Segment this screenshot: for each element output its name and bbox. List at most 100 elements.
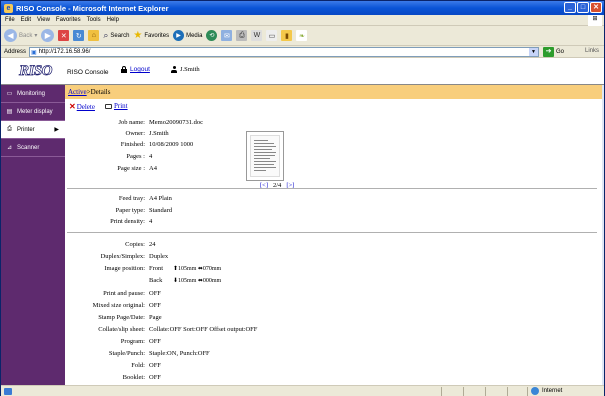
edit-icon[interactable]: W bbox=[251, 30, 263, 41]
page-size-value: A4 bbox=[149, 165, 157, 172]
sidebar-item-meter-display[interactable]: ▤ Meter display bbox=[1, 103, 65, 121]
owner-label: Owner: bbox=[125, 130, 146, 137]
user-icon bbox=[171, 66, 177, 73]
history-icon[interactable]: ⟲ bbox=[206, 30, 218, 41]
page-preview-thumbnail bbox=[246, 131, 284, 181]
search-button[interactable]: ⌕ Search bbox=[103, 30, 129, 41]
preview-pager: [<] 2/4 [>] bbox=[260, 182, 294, 189]
prev-page-button[interactable]: [<] bbox=[260, 182, 268, 189]
next-page-button[interactable]: [>] bbox=[286, 182, 294, 189]
mail-icon[interactable]: ✉ bbox=[221, 30, 233, 41]
links-button[interactable]: Links bbox=[585, 48, 599, 54]
breadcrumb-active-link[interactable]: Active bbox=[68, 88, 87, 96]
monitor-icon: ▭ bbox=[6, 91, 13, 97]
page-header: RISO RISO Console Logout J.Smith bbox=[1, 58, 604, 85]
address-dropdown-icon[interactable]: ▼ bbox=[529, 48, 538, 56]
vertical-scrollbar[interactable] bbox=[602, 85, 604, 385]
status-bar: Internet bbox=[1, 385, 604, 396]
stamp-value: Page bbox=[149, 314, 162, 321]
search-icon: ⌕ bbox=[103, 30, 109, 40]
staple-label: Staple/Punch: bbox=[108, 350, 145, 357]
go-arrow-icon: ➔ bbox=[543, 47, 554, 57]
job-name-label: Job name: bbox=[118, 119, 145, 126]
booklet-label: Booklet: bbox=[122, 374, 145, 381]
delete-link[interactable]: Delete bbox=[77, 103, 95, 111]
messenger-icon[interactable]: ❧ bbox=[296, 30, 308, 41]
user-display: J.Smith bbox=[171, 66, 200, 73]
sidebar-item-scanner[interactable]: ⊿ Scanner bbox=[1, 139, 65, 157]
minimize-button[interactable]: _ bbox=[564, 2, 576, 13]
page-icon: ▣ bbox=[31, 49, 37, 56]
pages-label: Pages : bbox=[126, 153, 145, 160]
image-front-value: ⬆105mm ⬌070mm bbox=[173, 266, 222, 272]
menu-tools[interactable]: Tools bbox=[87, 17, 101, 23]
program-label: Program: bbox=[120, 338, 145, 345]
window-title: RISO Console - Microsoft Internet Explor… bbox=[16, 3, 169, 13]
section-divider bbox=[67, 232, 597, 233]
job-name-value: Memo20090731.doc bbox=[149, 119, 203, 126]
address-input[interactable]: ▣ http://172.16.58.96/ ▼ bbox=[29, 47, 539, 57]
image-position-label: Image position: bbox=[104, 265, 145, 272]
finished-label: Finished: bbox=[120, 141, 145, 148]
fold-label: Fold: bbox=[131, 362, 145, 369]
image-back-value: ⬇105mm ⬌000mm bbox=[173, 278, 222, 284]
menu-file[interactable]: File bbox=[5, 17, 15, 23]
paper-type-label: Paper type: bbox=[115, 207, 145, 214]
menu-help[interactable]: Help bbox=[107, 17, 119, 23]
main-panel: Active > Details ✕Delete Print Job name:… bbox=[65, 85, 604, 385]
ie-logo-icon: e bbox=[4, 3, 13, 13]
paper-type-value: Standard bbox=[149, 207, 173, 214]
logout-link-group: Logout bbox=[121, 66, 150, 73]
go-button[interactable]: ➔ Go bbox=[543, 47, 564, 57]
windows-logo-icon: ⊞ bbox=[588, 15, 602, 26]
fold-value: OFF bbox=[149, 362, 161, 369]
page-status-icon bbox=[4, 388, 12, 395]
owner-value: J.Smith bbox=[149, 130, 169, 137]
menu-edit[interactable]: Edit bbox=[21, 17, 31, 23]
favorites-button[interactable]: ★ Favorites bbox=[133, 30, 169, 41]
back-button[interactable]: ◀ Back ▾ bbox=[4, 29, 37, 42]
home-icon[interactable]: ⌂ bbox=[88, 30, 100, 41]
print-pause-value: OFF bbox=[149, 290, 161, 297]
delete-action[interactable]: ✕Delete bbox=[69, 102, 95, 111]
print-icon[interactable]: ⎙ bbox=[236, 30, 248, 41]
sidebar: ▭ Monitoring ▤ Meter display ⎙ Printer ▶… bbox=[1, 85, 65, 385]
mixed-size-label: Mixed size original: bbox=[92, 302, 145, 309]
toolbar: ◀ Back ▾ ▶ ✕ ↻ ⌂ ⌕ Search ★ Favorites ▶ … bbox=[1, 26, 604, 46]
media-icon: ▶ bbox=[173, 30, 185, 41]
stop-icon[interactable]: ✕ bbox=[58, 30, 70, 41]
copies-label: Copies: bbox=[125, 241, 145, 248]
security-zone: Internet bbox=[531, 387, 562, 395]
print-link[interactable]: Print bbox=[114, 102, 128, 110]
sidebar-item-printer[interactable]: ⎙ Printer ▶ bbox=[1, 121, 65, 139]
logout-link[interactable]: Logout bbox=[130, 66, 150, 73]
menu-view[interactable]: View bbox=[37, 17, 50, 23]
print-pause-label: Print and pause: bbox=[103, 290, 145, 297]
staple-value: Staple:ON, Punch:OFF bbox=[149, 350, 210, 357]
breadcrumb: Active > Details bbox=[65, 85, 604, 99]
zone-label: Internet bbox=[542, 388, 563, 394]
menu-bar: File Edit View Favorites Tools Help ⊞ bbox=[1, 15, 604, 26]
image-front-label: Front bbox=[149, 265, 164, 272]
print-density-value: 4 bbox=[149, 218, 153, 225]
print-action[interactable]: Print bbox=[104, 102, 128, 110]
forward-button[interactable]: ▶ bbox=[41, 29, 55, 42]
sidebar-item-monitoring[interactable]: ▭ Monitoring bbox=[1, 85, 65, 103]
chevron-right-icon: ▶ bbox=[54, 127, 59, 133]
scanner-icon: ⊿ bbox=[6, 145, 13, 151]
refresh-icon[interactable]: ↻ bbox=[73, 30, 85, 41]
globe-icon bbox=[531, 387, 539, 395]
menu-favorites[interactable]: Favorites bbox=[56, 17, 81, 23]
address-bar: Address ▣ http://172.16.58.96/ ▼ ➔ Go Li… bbox=[1, 46, 604, 58]
printer-icon: ⎙ bbox=[7, 126, 12, 132]
folder-icon[interactable]: ▮ bbox=[281, 30, 293, 41]
copies-value: 24 bbox=[149, 241, 156, 248]
discuss-icon[interactable]: ▭ bbox=[266, 30, 278, 41]
lock-icon bbox=[121, 66, 127, 73]
close-button[interactable]: ✕ bbox=[590, 2, 602, 13]
maximize-button[interactable]: □ bbox=[577, 2, 589, 13]
title-bar: e RISO Console - Microsoft Internet Expl… bbox=[1, 1, 604, 15]
media-button[interactable]: ▶ Media bbox=[173, 30, 202, 41]
finished-value: 10/08/2009 1000 bbox=[149, 141, 194, 148]
delete-x-icon: ✕ bbox=[69, 101, 76, 111]
